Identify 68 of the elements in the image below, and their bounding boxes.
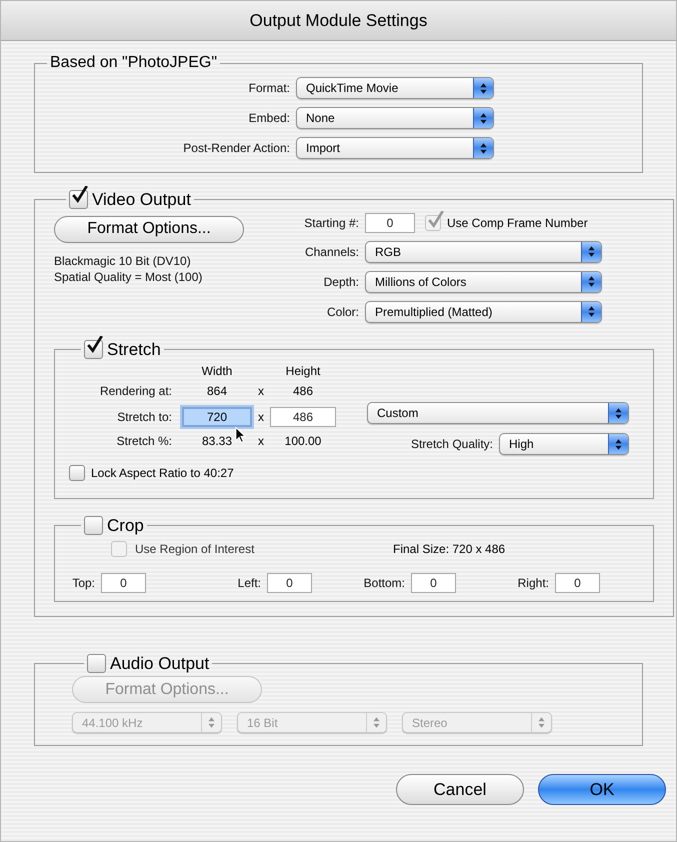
field-label: Starting #: <box>303 214 359 232</box>
field-label: Right: <box>516 574 549 592</box>
value-text: 486 <box>292 383 314 400</box>
format-options-button[interactable]: Format Options... <box>54 216 244 242</box>
checkbox[interactable] <box>84 516 103 536</box>
text-field[interactable]: 0 <box>365 212 415 232</box>
dropdown[interactable]: RGB <box>365 240 602 262</box>
stepper-arrows-icon <box>473 108 493 128</box>
dropdown[interactable]: QuickTime Movie <box>296 77 494 99</box>
value-text: 83.33 <box>202 433 232 450</box>
field-label: Top: <box>71 574 95 592</box>
stepper-arrows-icon <box>201 713 221 732</box>
value-text: 100.00 <box>284 433 322 450</box>
field-label: Depth: <box>322 274 359 290</box>
codec-info-text: Blackmagic 10 Bit (DV10) <box>54 252 192 268</box>
text-field[interactable]: 0 <box>555 572 600 592</box>
stepper-arrows-icon <box>581 302 601 322</box>
column-header: Height <box>284 363 322 380</box>
section-title: Stretch <box>107 338 161 360</box>
section-title: Video Output <box>92 189 191 211</box>
stepper-arrows-icon <box>608 403 628 423</box>
field-label: Rendering at: <box>98 383 172 400</box>
field-label: Embed: <box>248 110 290 127</box>
window-title: Output Module Settings <box>250 10 428 32</box>
dialog-button[interactable]: Cancel <box>396 774 524 805</box>
dialog-button[interactable]: OK <box>538 774 666 805</box>
stepper-arrows-icon <box>608 434 628 454</box>
dropdown[interactable]: Custom <box>367 402 629 424</box>
dropdown[interactable]: None <box>296 107 494 129</box>
dropdown[interactable]: High <box>499 433 629 455</box>
checkbox-label: Use Comp Frame Number <box>447 214 588 232</box>
field-label: Post-Render Action: <box>182 140 290 157</box>
field-label: Color: <box>326 304 359 320</box>
stepper-arrows-icon <box>473 138 493 158</box>
section-title: Audio Output <box>110 652 210 674</box>
checkbox[interactable] <box>69 465 85 481</box>
field-label: Channels: <box>304 244 359 260</box>
field-label: Format: <box>248 80 290 97</box>
section-title: Crop <box>107 515 144 537</box>
column-header: Width <box>200 363 234 380</box>
field-label: Left: <box>236 574 261 592</box>
text-field[interactable]: 486 <box>270 407 336 427</box>
field-label: Bottom: <box>362 574 405 592</box>
stepper-arrows-icon <box>531 713 551 732</box>
dropdown[interactable]: Premultiplied (Matted) <box>365 300 602 322</box>
final-size-text: Final Size: 720 x 486 <box>393 540 506 558</box>
text-field[interactable]: 0 <box>101 572 146 592</box>
stepper-arrows-icon <box>581 272 601 292</box>
text-field[interactable]: 720 <box>182 407 252 427</box>
times-sign: x <box>257 433 265 450</box>
text-field[interactable]: 0 <box>267 572 312 592</box>
field-label: Stretch %: <box>116 433 172 450</box>
field-label: Stretch Quality: <box>410 436 493 453</box>
stepper-arrows-icon <box>581 242 601 262</box>
value-text: 864 <box>206 383 228 400</box>
stepper-arrows-icon <box>473 78 493 98</box>
dropdown[interactable]: Import <box>296 137 494 159</box>
stepper-arrows-icon <box>366 713 386 732</box>
text-field[interactable]: 0 <box>411 572 456 592</box>
section-title: Based on "PhotoJPEG" <box>50 53 218 73</box>
times-sign: x <box>257 383 265 400</box>
field-label: Stretch to: <box>116 409 172 426</box>
checkbox-label: Use Region of Interest <box>135 540 256 558</box>
checkbox-label: Lock Aspect Ratio to 40:27 <box>91 465 234 482</box>
dropdown[interactable]: Millions of Colors <box>365 270 602 292</box>
times-sign: x <box>257 409 265 426</box>
mouse-pointer-icon <box>235 426 246 444</box>
codec-info-text: Spatial Quality = Most (100) <box>54 268 204 284</box>
